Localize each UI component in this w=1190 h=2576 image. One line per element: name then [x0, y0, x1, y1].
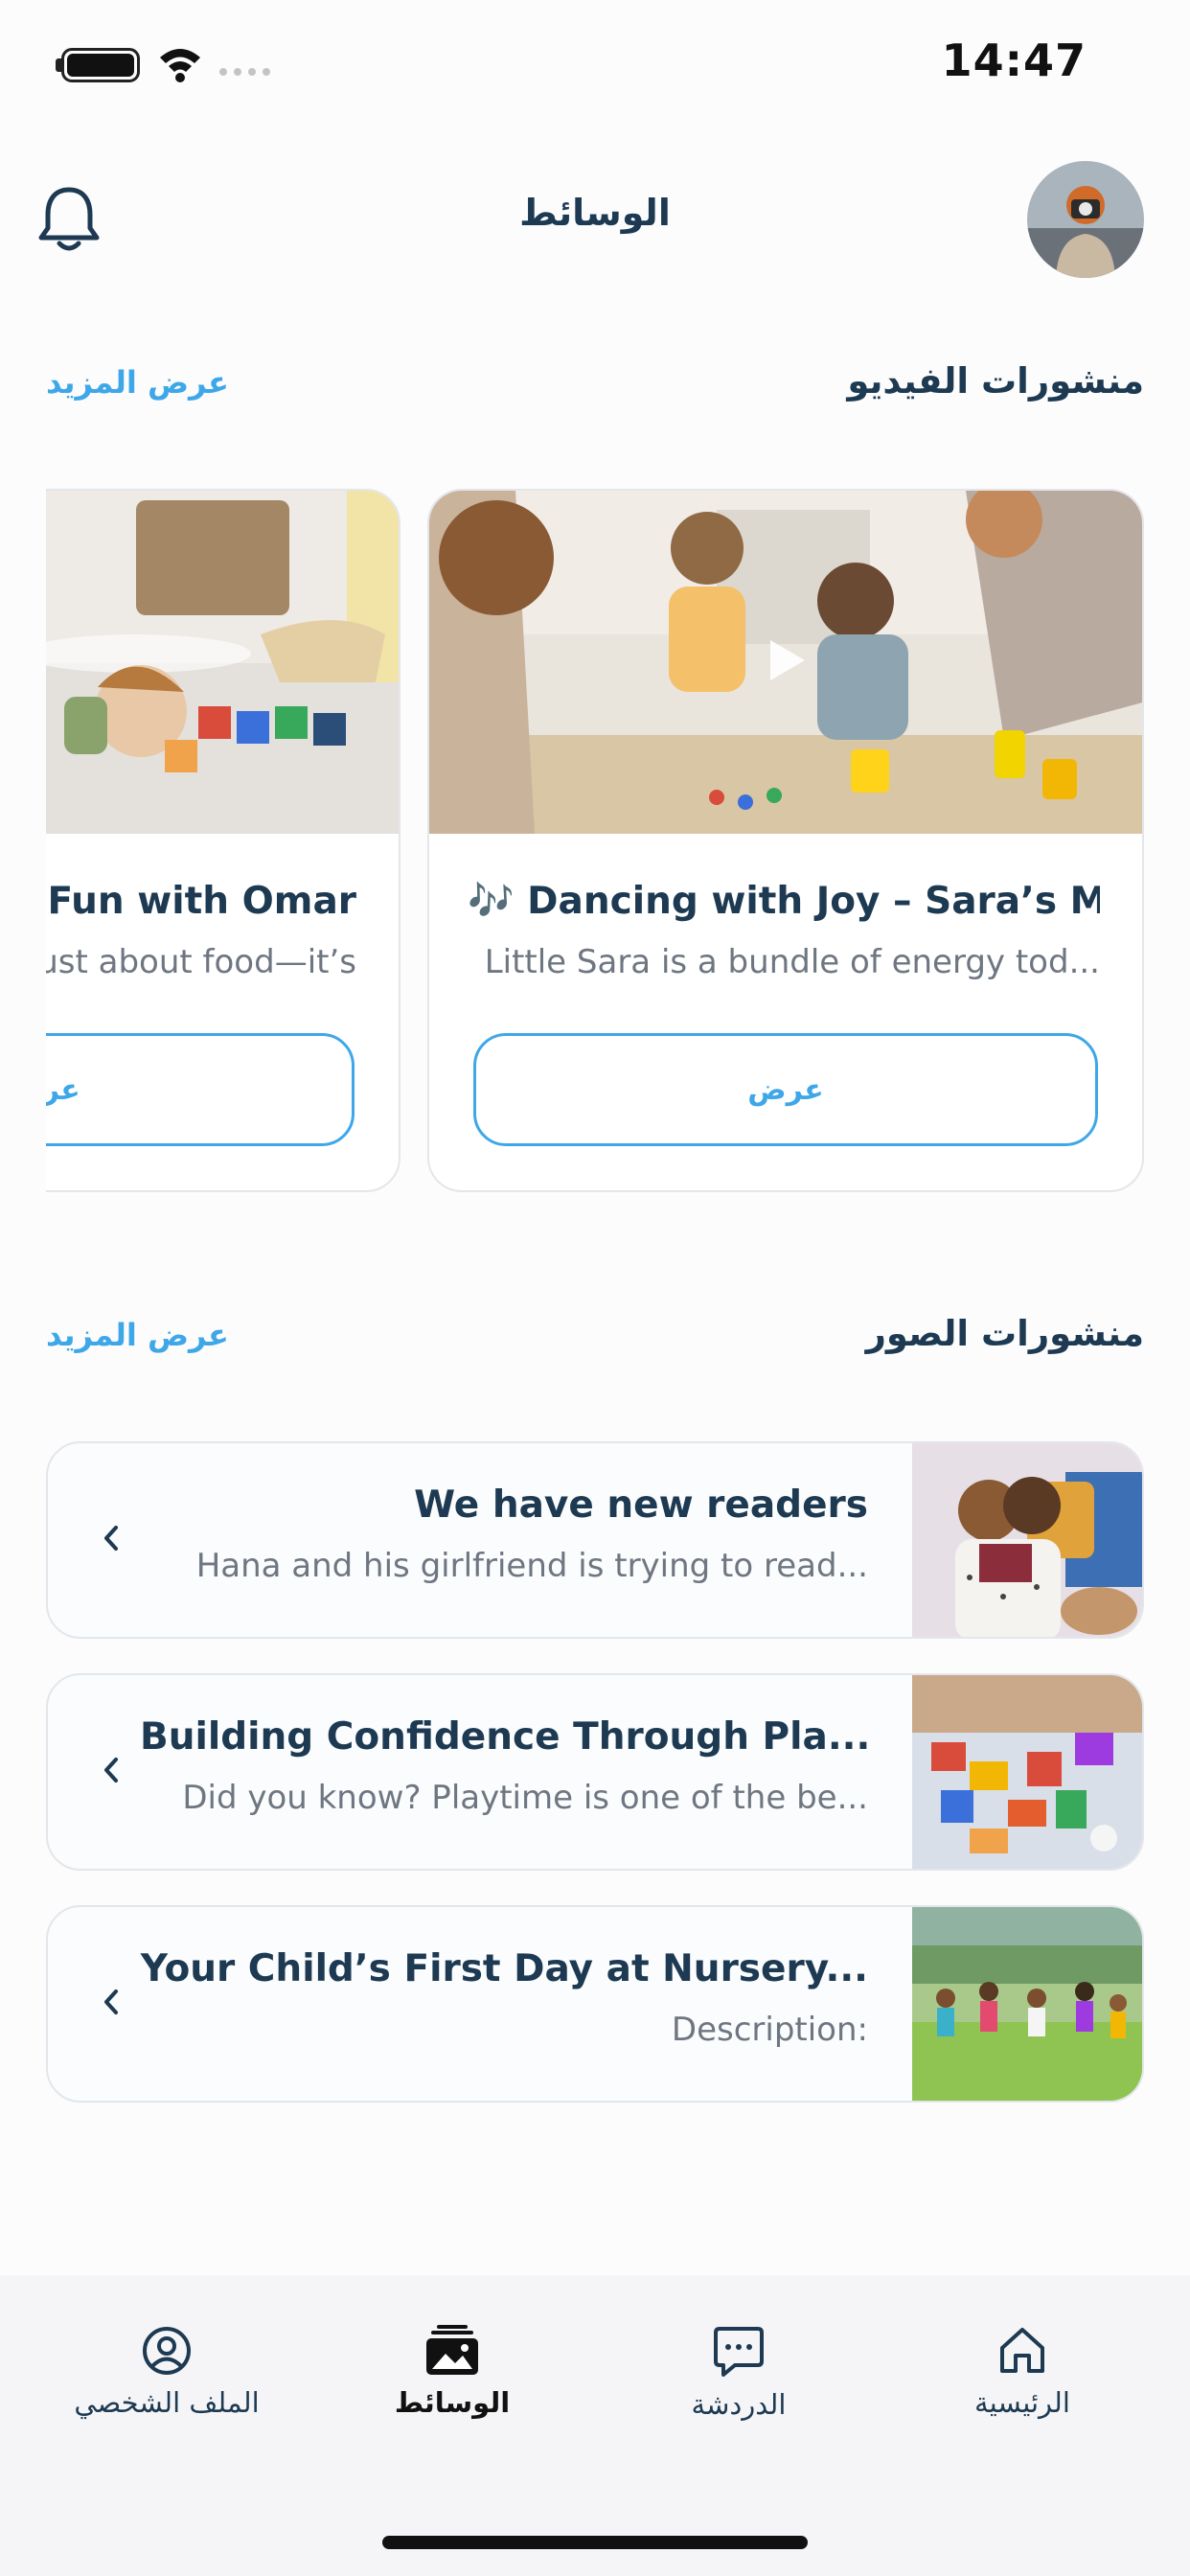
photo-thumbnail: [912, 1443, 1142, 1637]
video-card[interactable]: 🍎 Fun with Omar Not just about food—it’s…: [46, 489, 400, 1192]
chat-icon: [714, 2327, 764, 2377]
video-thumbnail[interactable]: [429, 491, 1142, 834]
tab-media[interactable]: الوسائط: [328, 2325, 577, 2440]
video-section-title: منشورات الفيديو: [847, 360, 1144, 402]
profile-icon: [143, 2327, 191, 2375]
video-card-description: Not just about food—it’s: [46, 943, 356, 981]
tab-chat[interactable]: الدردشة: [614, 2325, 863, 2440]
tab-label: الوسائط: [394, 2386, 511, 2419]
status-time: 14:47: [941, 34, 1087, 86]
photo-item-title: Building Confidence Through Pla...: [140, 1715, 868, 1759]
signal-icon: [219, 68, 270, 76]
photo-item-description: Description:: [671, 2011, 868, 2049]
chevron-left-icon[interactable]: [102, 1756, 121, 1784]
tab-label: الرئيسية: [974, 2386, 1070, 2419]
chevron-left-icon[interactable]: [102, 1524, 121, 1552]
tab-profile[interactable]: الملف الشخصي: [42, 2325, 291, 2440]
media-icon: [426, 2325, 478, 2375]
video-thumbnail[interactable]: [46, 491, 399, 834]
tab-label: الدردشة: [691, 2388, 787, 2421]
video-card[interactable]: 🎶 Dancing with Joy – Sara’s M... Little …: [427, 489, 1144, 1192]
battery-icon: [61, 48, 140, 82]
video-card-title: 🍎 Fun with Omar: [46, 880, 356, 923]
video-more-link[interactable]: عرض المزيد: [46, 364, 229, 401]
view-button[interactable]: عرض: [473, 1033, 1098, 1146]
photo-item-title: We have new readers: [414, 1484, 868, 1527]
status-bar: 14:47: [0, 0, 1190, 125]
page-title: الوسائط: [519, 192, 671, 234]
photo-list-item[interactable]: We have new readers Hana and his girlfri…: [46, 1441, 1144, 1639]
video-card-title: 🎶 Dancing with Joy – Sara’s M...: [468, 880, 1100, 923]
photo-list-item[interactable]: Your Child’s First Day at Nursery... Des…: [46, 1905, 1144, 2103]
tab-home[interactable]: الرئيسية: [898, 2325, 1147, 2440]
video-carousel[interactable]: 🎶 Dancing with Joy – Sara’s M... Little …: [46, 489, 1144, 1194]
photo-thumbnail: [912, 1675, 1142, 1869]
home-indicator: [382, 2536, 808, 2549]
wifi-icon: [160, 49, 200, 82]
photo-thumbnail: [912, 1907, 1142, 2101]
photo-item-description: Hana and his girlfriend is trying to rea…: [195, 1547, 868, 1585]
photo-list-item[interactable]: Building Confidence Through Pla... Did y…: [46, 1673, 1144, 1871]
photo-section-title: منشورات الصور: [865, 1313, 1144, 1354]
photo-item-description: Did you know? Playtime is one of the be.…: [182, 1779, 868, 1817]
tab-bar: الملف الشخصي الوسائط الدردشة الرئيسية: [0, 2275, 1190, 2576]
tab-label: الملف الشخصي: [74, 2386, 260, 2419]
avatar[interactable]: [1027, 161, 1144, 278]
photo-more-link[interactable]: عرض المزيد: [46, 1317, 229, 1353]
chevron-left-icon[interactable]: [102, 1988, 121, 2016]
video-card-description: Little Sara is a bundle of energy tod...: [484, 943, 1100, 981]
view-button[interactable]: عرض: [46, 1033, 355, 1146]
photo-item-title: Your Child’s First Day at Nursery...: [140, 1947, 868, 1990]
play-icon[interactable]: [765, 636, 809, 684]
home-icon: [1000, 2328, 1044, 2373]
